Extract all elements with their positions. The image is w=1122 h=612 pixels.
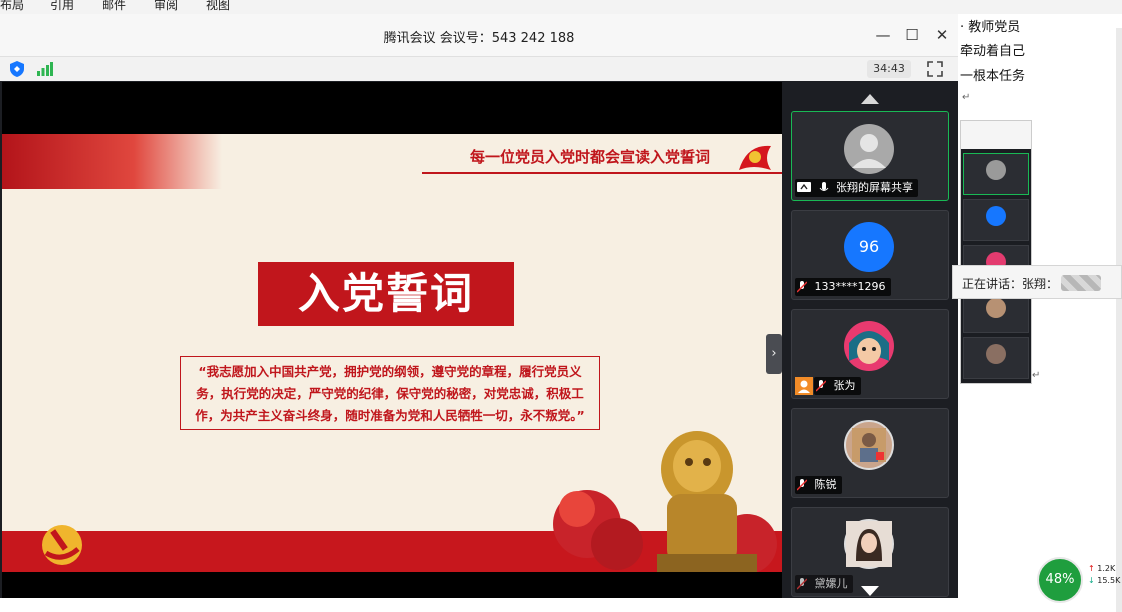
hammer-sickle-emblem	[42, 525, 82, 565]
slide-headline: 每一位党员入党时都会宣读入党誓词	[470, 148, 711, 166]
participant-tile[interactable]: 96 133****1296	[791, 210, 949, 300]
download-arrow-icon: ↓	[1088, 576, 1095, 585]
participant-name-tag: 张翔的屏幕共享	[795, 179, 918, 197]
scroll-down-arrow-icon[interactable]	[861, 586, 879, 596]
meeting-window: 腾讯会议 会议号：543 242 188 — ☐ ✕ 34:43 每一位党员入党…	[0, 14, 958, 598]
headline-underline	[422, 172, 782, 174]
download-speed: 15.5K	[1097, 576, 1121, 585]
active-speaker-label: 正在讲话：张翔：	[962, 277, 1059, 291]
network-signal-icon[interactable]	[37, 62, 53, 76]
photo-avatar	[844, 519, 894, 569]
participant-name-tag: 张为	[814, 377, 861, 395]
close-button[interactable]: ✕	[931, 24, 953, 46]
ribbon-tab-mailings[interactable]: 邮件	[102, 0, 126, 13]
participant-name-tag: 黛嫘儿	[795, 575, 853, 593]
participant-name-tag: 133****1296	[795, 278, 891, 296]
participant-name: 黛嫘儿	[814, 577, 848, 590]
oath-text: “我志愿加入中国共产党，拥护党的纲领，遵守党的章程，履行党员义务，执行党的决定，…	[180, 356, 600, 430]
upload-speed: 1.2K	[1097, 564, 1116, 573]
participant-tile[interactable]: 张为	[791, 309, 949, 399]
ribbon-tab-review[interactable]: 审阅	[154, 0, 178, 13]
paragraph-mark-icon: ↵	[1032, 370, 1041, 381]
title-bar: 腾讯会议 会议号：543 242 188 — ☐ ✕	[0, 14, 958, 57]
doc-line: 牵动着自己	[960, 44, 1026, 59]
participant-name: 张翔的屏幕共享	[836, 181, 913, 194]
security-shield-icon[interactable]	[10, 61, 24, 77]
initials-avatar: 96	[844, 222, 894, 272]
participant-panel: 张翔的屏幕共享 96 133****1296 张为 陈锐 黛嫘儿	[784, 82, 958, 598]
shared-screen: 每一位党员入党时都会宣读入党誓词 入党誓词 “我志愿加入中国共产党，拥护党的纲领…	[2, 82, 782, 598]
network-speed: ↑ 1.2K ↓ 15.5K	[1088, 563, 1120, 587]
photo-avatar	[844, 420, 894, 470]
muted-microphone-icon	[816, 380, 826, 392]
microphone-icon	[819, 182, 828, 191]
active-speaker-tooltip: 正在讲话：张翔：	[952, 265, 1122, 299]
muted-microphone-icon	[797, 281, 807, 293]
minimize-button[interactable]: —	[872, 24, 894, 46]
oath-title: 入党誓词	[297, 269, 474, 318]
doc-line: 一根本任务	[960, 69, 1026, 84]
user-badge-icon	[795, 377, 813, 395]
participant-tile[interactable]: 黛嫘儿	[791, 507, 949, 597]
ribbon-tab-references[interactable]: 引用	[50, 0, 74, 13]
oath-title-banner: 入党誓词	[258, 262, 514, 326]
paragraph-mark-icon: ↵	[962, 92, 971, 103]
doc-line: · 教师党员	[960, 20, 1021, 35]
maximize-button[interactable]: ☐	[901, 24, 923, 46]
meeting-timer: 34:43	[867, 60, 911, 78]
flag-decoration	[2, 134, 222, 189]
party-flag-icon	[739, 145, 771, 170]
fullscreen-icon[interactable]	[925, 59, 945, 79]
ribbon-tab-view[interactable]: 视图	[206, 0, 230, 13]
battery-indicator[interactable]: 48%	[1037, 557, 1083, 603]
scroll-up-arrow-icon[interactable]	[861, 94, 879, 104]
word-ribbon: 布局 引用 邮件 审阅 视图	[0, 0, 1122, 15]
doc-scrollbar[interactable]	[1116, 28, 1122, 612]
participant-name-tag: 陈锐	[795, 476, 842, 494]
participant-name: 张为	[833, 379, 856, 392]
default-avatar-icon	[844, 124, 894, 174]
participant-tile[interactable]: 陈锐	[791, 408, 949, 498]
muted-microphone-icon	[797, 479, 807, 491]
ribbon-tab-layout[interactable]: 布局	[0, 0, 24, 13]
cartoon-avatar	[844, 321, 894, 371]
participant-name: 133****1296	[814, 280, 886, 293]
meeting-toolbar: 34:43	[0, 57, 958, 81]
embedded-screenshot-thumbnail	[960, 120, 1032, 384]
meeting-title: 腾讯会议 会议号：543 242 188	[383, 31, 575, 46]
upload-arrow-icon: ↑	[1088, 564, 1095, 573]
redacted-name	[1061, 275, 1101, 291]
participant-tile[interactable]: 张翔的屏幕共享	[791, 111, 949, 201]
screen-share-icon	[797, 182, 811, 192]
collapse-panel-button[interactable]: ›	[766, 334, 782, 374]
ppt-slide: 每一位党员入党时都会宣读入党誓词 入党誓词 “我志愿加入中国共产党，拥护党的纲领…	[2, 134, 782, 572]
muted-microphone-icon	[797, 578, 807, 590]
stone-lion-peony-image	[553, 431, 777, 572]
participant-name: 陈锐	[814, 478, 837, 491]
